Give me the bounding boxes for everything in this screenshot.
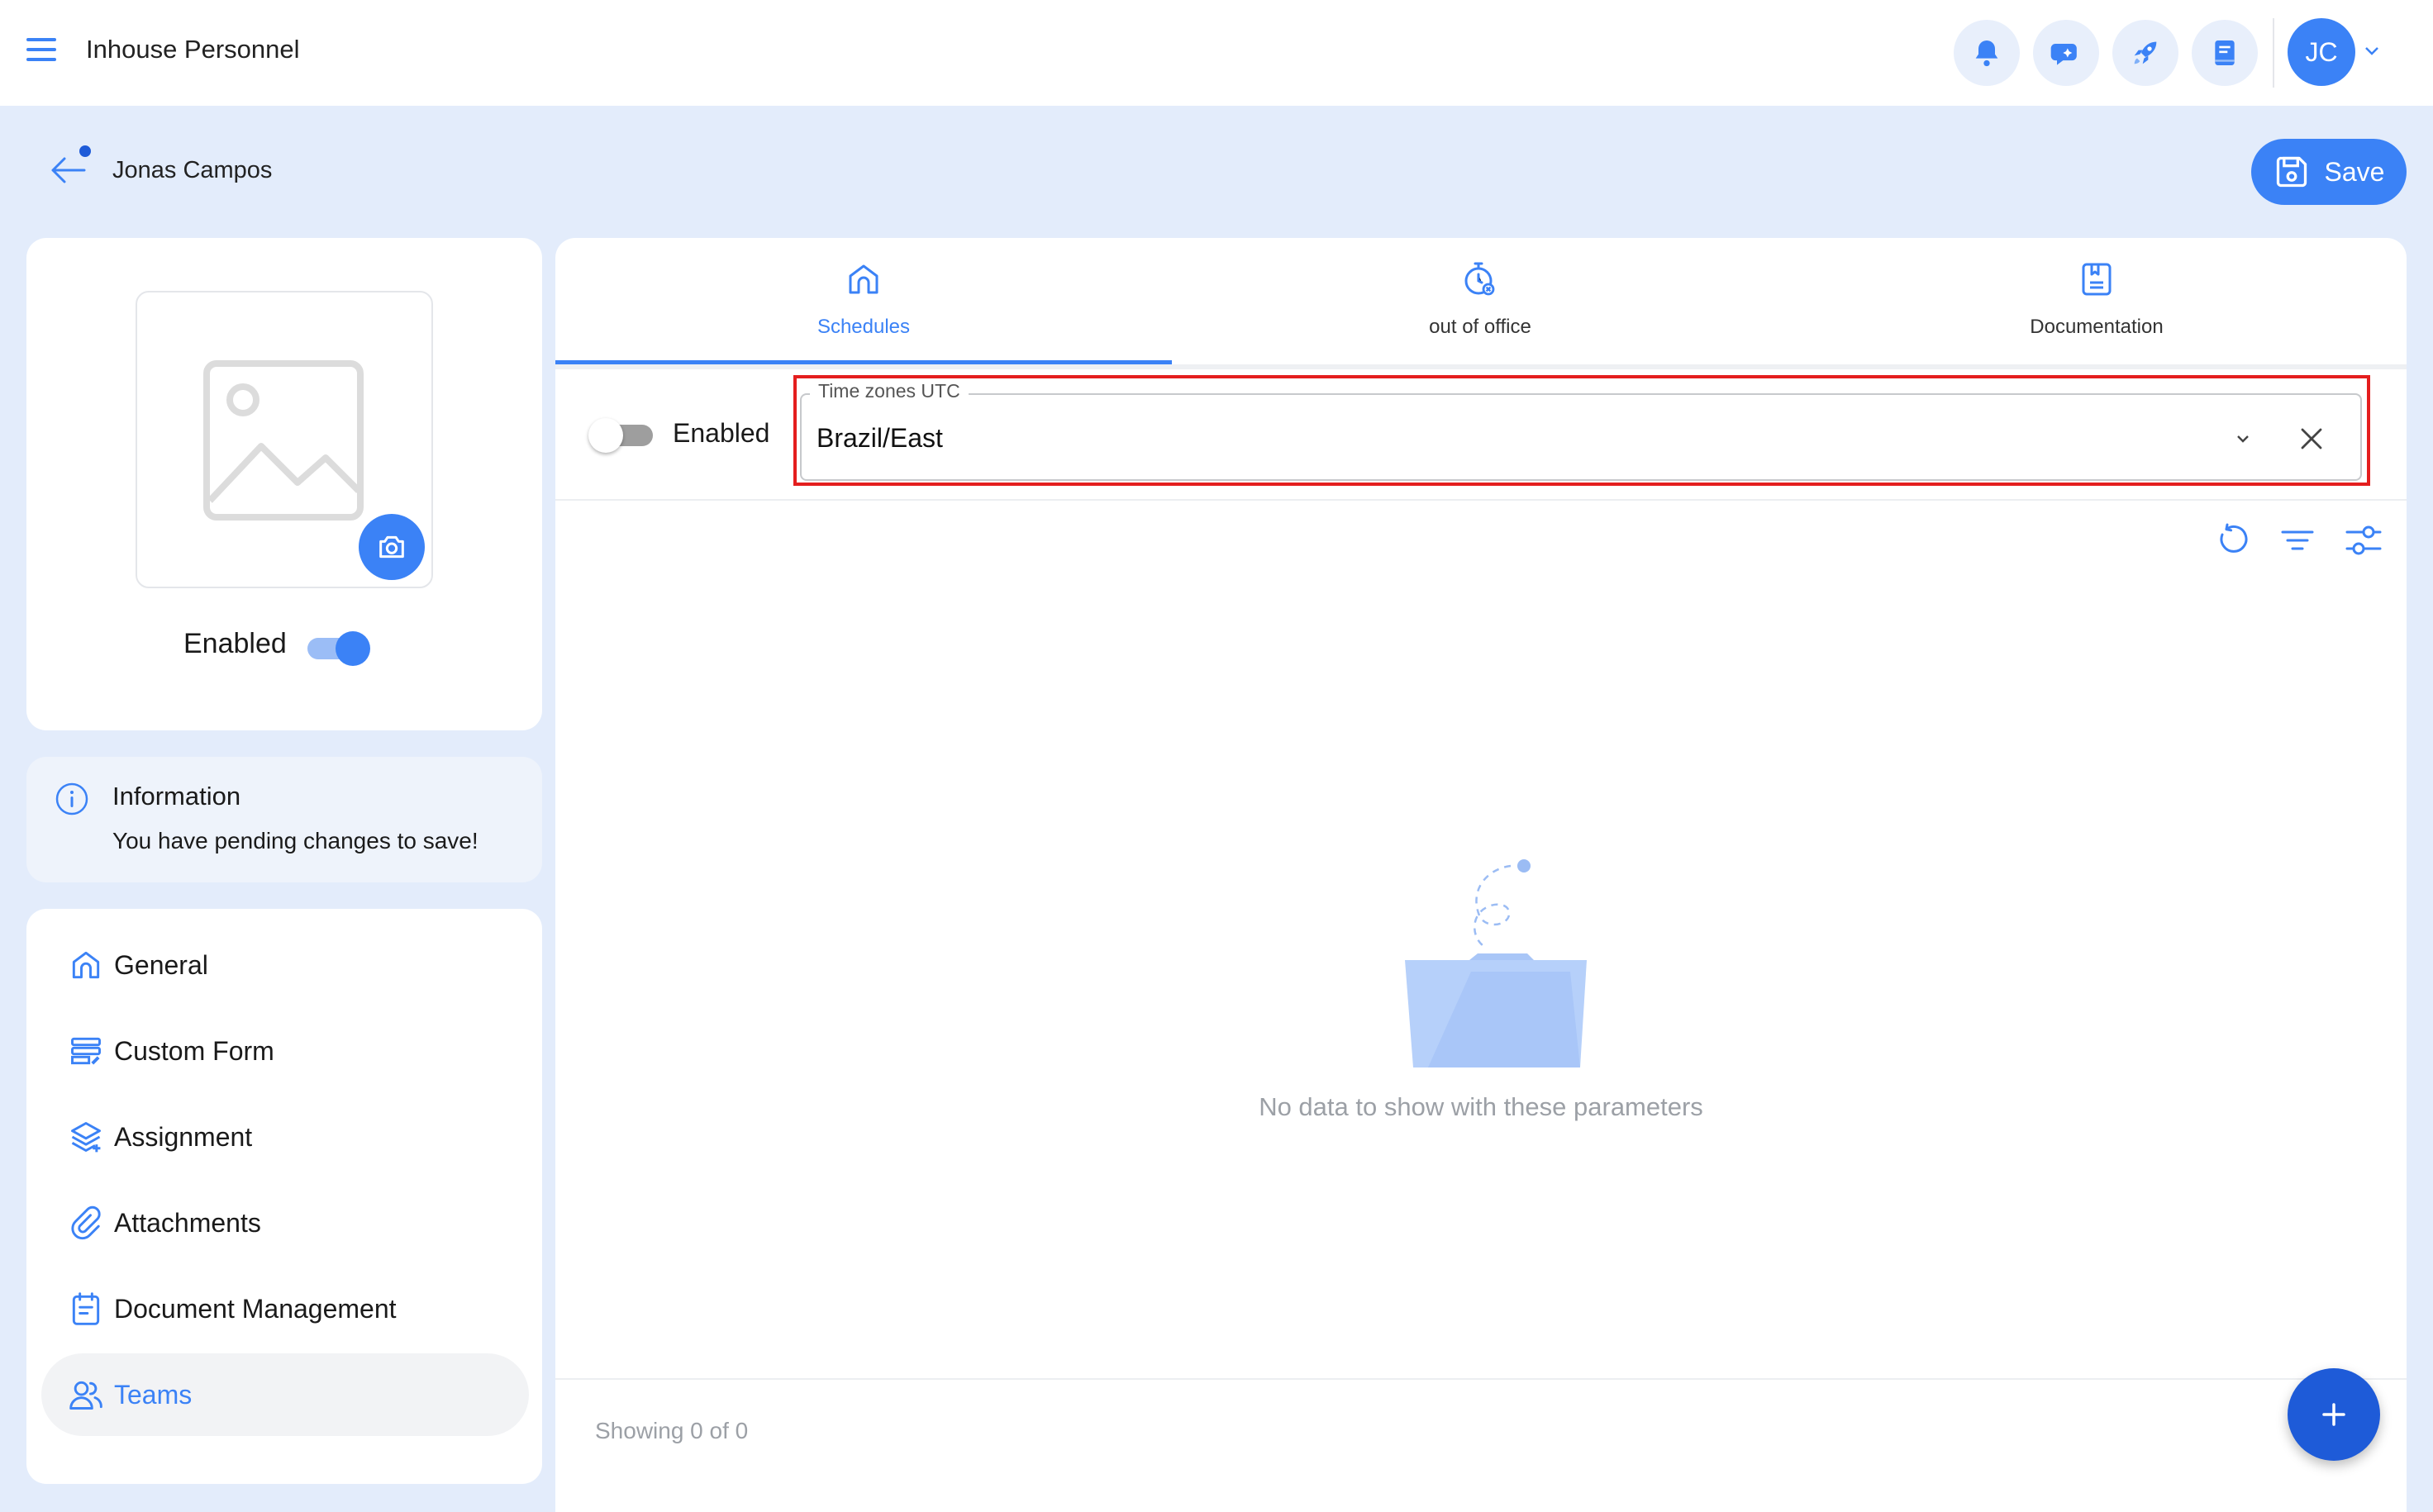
nav-item-assignment[interactable]: Assignment [41,1096,529,1178]
adjust-icon[interactable] [2344,521,2383,560]
nav-item-document-management[interactable]: Document Management [41,1267,529,1350]
timer-icon [1464,262,1495,296]
footer-divider [555,1378,2407,1380]
tab-schedules[interactable]: Schedules [555,238,1172,365]
person-name: Jonas Campos [112,157,273,183]
plus-icon [2322,1403,2345,1426]
nav-item-custom-form[interactable]: Custom Form [41,1010,529,1092]
schedule-enabled-toggle[interactable] [588,418,655,453]
topbar-divider [2273,18,2274,88]
document-icon [2082,263,2112,296]
nav-item-label: Teams [114,1379,193,1410]
save-button-label: Save [2324,156,2385,187]
close-icon[interactable] [2297,425,2326,453]
nav-item-label: Assignment [114,1121,253,1152]
home-icon [849,264,878,294]
home-icon [72,951,100,979]
tab-out-of-office[interactable]: out of office [1172,238,1788,365]
form-icon [71,1037,101,1065]
layers-icon [71,1122,101,1153]
notifications-button[interactable] [1954,20,2020,86]
filter-divider [555,499,2407,501]
chat-button[interactable] [2033,20,2099,86]
tab-label: out of office [1429,316,1531,338]
book-button[interactable] [2192,20,2258,86]
refresh-icon[interactable] [2212,521,2251,560]
user-avatar[interactable]: JC [2288,18,2355,86]
nav-item-label: Document Management [114,1293,397,1324]
empty-state-message: No data to show with these parameters [1259,1092,1703,1121]
info-title: Information [112,782,241,811]
camera-icon [379,535,404,559]
profile-enabled-toggle[interactable] [306,631,370,666]
timezone-value[interactable]: Brazil/East [817,423,943,454]
calendar-doc-icon [72,1292,100,1325]
tab-label: Documentation [2030,316,2164,338]
chat-icon [2050,44,2077,65]
tab-bar-divider [555,364,2407,369]
nav-item-attachments[interactable]: Attachments [41,1182,529,1264]
bell-icon [1975,40,1998,67]
save-button[interactable]: Save [2251,139,2407,205]
add-schedule-button[interactable] [2288,1368,2380,1461]
floppy-disk-icon [2276,156,2307,188]
profile-enabled-label: Enabled [183,628,287,659]
hamburger-menu-icon[interactable] [25,33,68,73]
launch-button[interactable] [2112,20,2178,86]
app-title: Inhouse Personnel [86,35,300,64]
nav-item-label: Attachments [114,1207,261,1238]
info-icon [55,782,89,816]
tab-documentation[interactable]: Documentation [1788,238,2405,365]
rocket-icon [2134,41,2157,64]
pagination-summary: Showing 0 of 0 [595,1418,749,1443]
nav-item-teams[interactable]: Teams [41,1353,529,1436]
schedule-enabled-label: Enabled [673,418,770,448]
timezone-field-label: Time zones UTC [810,380,969,402]
empty-folder-illustration [1388,853,1587,1076]
timezone-select[interactable] [800,393,2362,481]
info-card [26,757,542,882]
upload-photo-button[interactable] [359,514,425,580]
nav-item-general[interactable]: General [41,924,529,1006]
filter-icon[interactable] [2278,521,2317,560]
chevron-down-icon[interactable] [2362,43,2382,59]
info-text: You have pending changes to save! [112,828,479,853]
nav-item-label: General [114,949,208,980]
back-arrow-icon[interactable] [48,154,88,187]
chevron-down-icon[interactable] [2231,430,2254,448]
book-icon [2215,40,2235,65]
users-icon [69,1381,102,1410]
nav-item-label: Custom Form [114,1035,274,1066]
tab-label: Schedules [817,316,911,338]
paperclip-icon [71,1205,101,1240]
unsaved-indicator-dot [79,145,91,157]
